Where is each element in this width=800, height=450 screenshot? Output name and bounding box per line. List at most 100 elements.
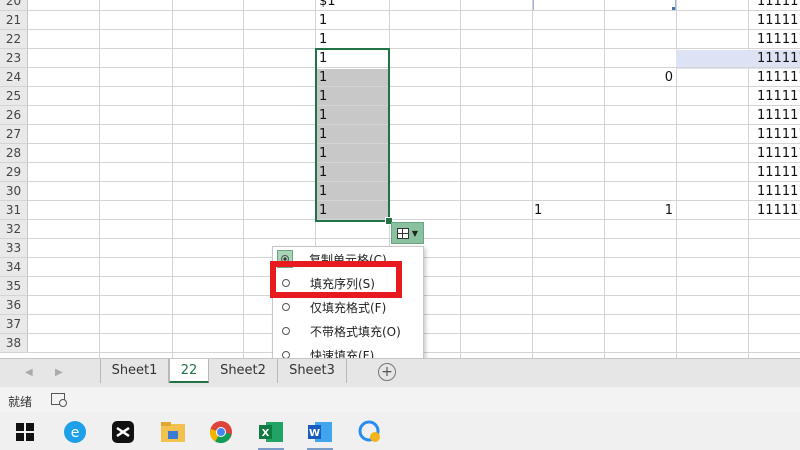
row-header[interactable]: 31 [0, 201, 28, 220]
cell-i[interactable] [605, 239, 676, 258]
add-sheet-button[interactable]: + [378, 363, 396, 381]
row-header[interactable]: 29 [0, 163, 28, 182]
cell-i[interactable] [605, 220, 676, 239]
cell-c[interactable] [319, 220, 387, 239]
cell-i[interactable] [605, 315, 676, 334]
cell-c[interactable]: $1 [319, 0, 387, 11]
row-header[interactable]: 30 [0, 182, 28, 201]
cell-i[interactable] [605, 163, 676, 182]
cell-j[interactable]: 111111 [757, 87, 800, 106]
cell-c[interactable]: 1 [319, 106, 387, 125]
cell-i[interactable]: 1 [605, 201, 676, 220]
excel-icon[interactable]: X [256, 417, 286, 450]
cell-i[interactable] [605, 0, 676, 11]
cell-h[interactable] [534, 87, 604, 106]
cell-h[interactable] [534, 239, 604, 258]
cell-c[interactable]: 1 [319, 11, 387, 30]
cell-j[interactable]: 111111 [757, 182, 800, 201]
cell-i[interactable] [605, 296, 676, 315]
cell-c[interactable]: 1 [319, 163, 387, 182]
tab-sheet3[interactable]: Sheet3 [278, 359, 347, 383]
cell-h[interactable] [534, 163, 604, 182]
cell-h[interactable] [534, 68, 604, 87]
row-header[interactable]: 23 [0, 49, 28, 68]
cell-j[interactable]: 111111 [757, 11, 800, 30]
file-explorer-icon[interactable] [158, 417, 188, 447]
cell-j[interactable]: 111111 [757, 68, 800, 87]
cell-c[interactable]: 1 [319, 182, 387, 201]
chrome-icon[interactable] [206, 417, 236, 447]
cell-i[interactable] [605, 106, 676, 125]
menu-item-fill-formatting-only[interactable]: 仅填充格式(F) [273, 295, 423, 319]
cell-j[interactable]: 111111 [757, 106, 800, 125]
cell-c[interactable]: 1 [319, 87, 387, 106]
cell-j[interactable]: 111111 [757, 163, 800, 182]
row-header[interactable]: 35 [0, 277, 28, 296]
cell-h[interactable] [534, 30, 604, 49]
tab-sheet1[interactable]: Sheet1 [100, 359, 169, 383]
cell-h[interactable] [534, 11, 604, 30]
cell-i[interactable] [605, 258, 676, 277]
cell-j[interactable] [757, 258, 800, 277]
cell-j[interactable] [757, 220, 800, 239]
cell-i[interactable] [605, 125, 676, 144]
row-header[interactable]: 34 [0, 258, 28, 277]
cell-h[interactable] [534, 106, 604, 125]
cell-j[interactable] [757, 315, 800, 334]
row-header[interactable]: 25 [0, 87, 28, 106]
cell-i[interactable] [605, 182, 676, 201]
scroll-right-icon[interactable]: ▶ [55, 367, 63, 378]
row-header[interactable]: 36 [0, 296, 28, 315]
word-icon[interactable]: W [305, 417, 335, 450]
tab-22[interactable]: 22 [169, 359, 209, 383]
cell-h[interactable] [534, 49, 604, 68]
cell-j[interactable]: 111111 [757, 30, 800, 49]
cell-h[interactable] [534, 125, 604, 144]
cell-c[interactable]: 1 [319, 125, 387, 144]
row-header[interactable]: 20 [0, 0, 28, 11]
cell-j[interactable]: 111111 [757, 49, 800, 68]
cell-j[interactable]: 111111 [757, 201, 800, 220]
auto-fill-options-button[interactable]: ▼ [391, 222, 424, 244]
row-header[interactable]: 22 [0, 30, 28, 49]
cell-j[interactable]: 111111 [757, 144, 800, 163]
cell-j[interactable] [757, 296, 800, 315]
row-header[interactable]: 38 [0, 334, 28, 353]
cell-i[interactable] [605, 277, 676, 296]
scroll-left-icon[interactable]: ◀ [25, 367, 33, 378]
cell-c[interactable]: 1 [319, 30, 387, 49]
edge-icon[interactable]: e [60, 417, 90, 447]
cell-h[interactable]: 1 [534, 201, 604, 220]
cell-h[interactable] [534, 296, 604, 315]
cell-h[interactable] [534, 144, 604, 163]
cell-c[interactable]: 1 [319, 201, 387, 220]
cell-c[interactable]: 1 [319, 144, 387, 163]
row-header[interactable]: 33 [0, 239, 28, 258]
cell-j[interactable] [757, 334, 800, 353]
cell-h[interactable] [534, 315, 604, 334]
cell-j[interactable]: 111111 [757, 125, 800, 144]
cell-h[interactable] [534, 277, 604, 296]
cell-h[interactable] [534, 182, 604, 201]
cell-c[interactable]: 1 [319, 49, 387, 68]
cell-j[interactable] [757, 277, 800, 296]
cell-h[interactable] [534, 334, 604, 353]
row-header[interactable]: 26 [0, 106, 28, 125]
row-header[interactable]: 28 [0, 144, 28, 163]
cell-i[interactable] [605, 30, 676, 49]
row-header[interactable]: 21 [0, 11, 28, 30]
row-header[interactable]: 37 [0, 315, 28, 334]
row-header[interactable]: 32 [0, 220, 28, 239]
cell-i[interactable] [605, 11, 676, 30]
cell-i[interactable] [605, 334, 676, 353]
tencent-meeting-icon[interactable] [355, 417, 385, 447]
cell-j[interactable] [757, 239, 800, 258]
cell-i[interactable] [605, 49, 676, 68]
row-header[interactable]: 27 [0, 125, 28, 144]
macro-record-icon[interactable] [51, 393, 67, 407]
cell-c[interactable]: 1 [319, 68, 387, 87]
row-header[interactable]: 24 [0, 68, 28, 87]
tab-sheet2[interactable]: Sheet2 [209, 359, 278, 383]
cell-j[interactable]: 111111 [757, 0, 800, 11]
menu-item-fill-without-formatting[interactable]: 不带格式填充(O) [273, 319, 423, 343]
